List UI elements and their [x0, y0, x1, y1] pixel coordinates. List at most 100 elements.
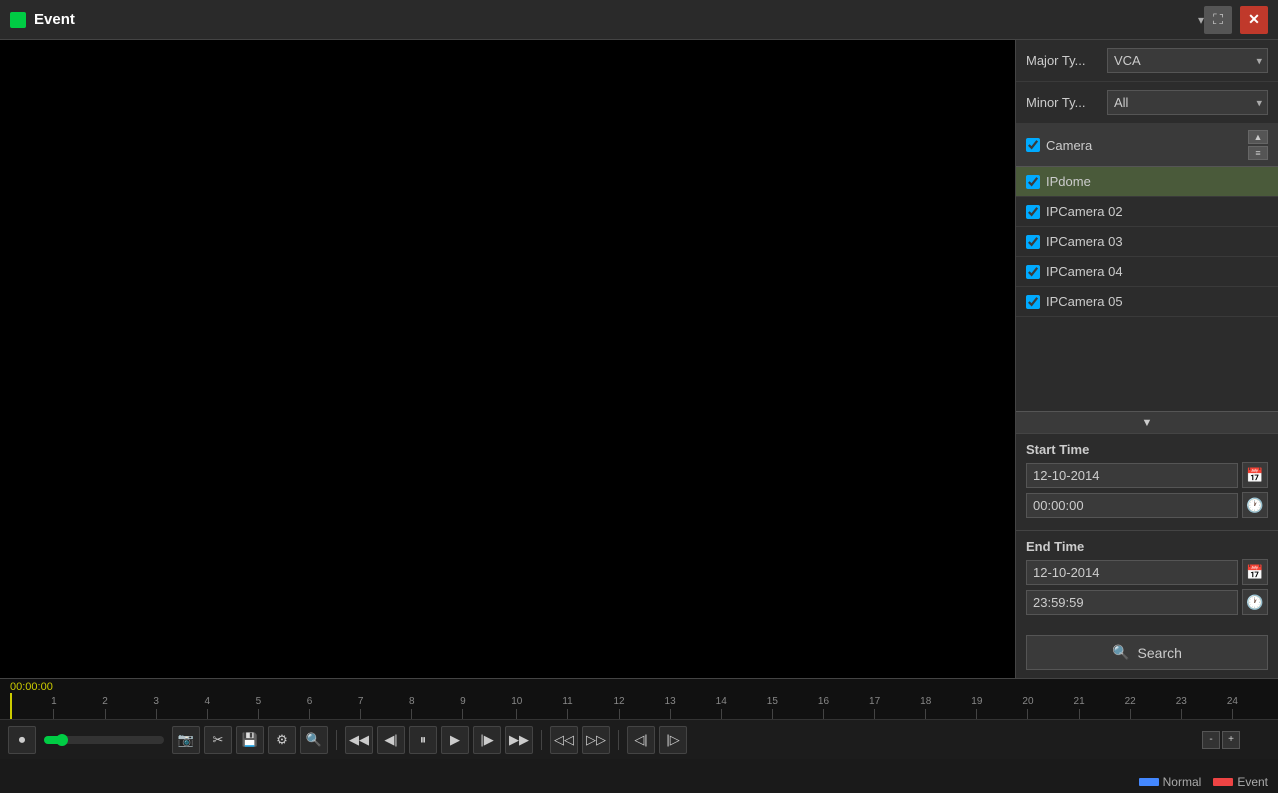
ruler-line-5 — [258, 709, 259, 719]
ruler-num-16: 16 — [818, 696, 829, 707]
ruler-line-3 — [156, 709, 157, 719]
ruler-num-7: 7 — [358, 696, 364, 707]
minor-type-select[interactable]: All Line Crossing Intrusion Motion — [1107, 90, 1268, 115]
maximize-button[interactable]: ⛶ — [1204, 6, 1232, 34]
end-time-section: End Time 📅 🕐 — [1016, 530, 1278, 627]
camera-item[interactable]: IPdome — [1016, 167, 1278, 197]
end-time-label: End Time — [1026, 539, 1268, 554]
ruler-num-15: 15 — [767, 696, 778, 707]
timeline-controls: ⏺ 📷 ✂ 💾 ⚙ 🔍 ◀◀ ◀| ⏸ ▶ |▶ ▶▶ ◁◁ ▷▷ ◁| |▷ … — [0, 719, 1278, 759]
ruler-num-17: 17 — [869, 696, 880, 707]
ruler-tick-24: 24 — [1227, 696, 1238, 719]
pause-btn[interactable]: ⏸ — [409, 726, 437, 754]
timeline-cursor-line — [10, 693, 12, 719]
frame-fwd-btn[interactable]: |▷ — [659, 726, 687, 754]
event-label: Event — [1237, 775, 1268, 789]
camera-scroll-up[interactable]: ▲ — [1248, 130, 1268, 144]
ruler-tick-2: 2 — [102, 696, 108, 719]
major-type-select-wrapper: VCA Alarm Exception All ▾ — [1107, 48, 1268, 73]
camera-checkbox-3[interactable] — [1026, 265, 1040, 279]
ruler-tick-5: 5 — [256, 696, 262, 719]
ruler-tick-9: 9 — [460, 696, 466, 719]
right-panel: Major Ty... VCA Alarm Exception All ▾ Mi… — [1015, 40, 1278, 678]
zoom-in-btn[interactable]: + — [1222, 731, 1240, 749]
camera-checkbox-4[interactable] — [1026, 295, 1040, 309]
ruler-line-7 — [360, 709, 361, 719]
start-date-calendar-btn[interactable]: 📅 — [1242, 462, 1268, 488]
camera-item[interactable]: IPCamera 05 — [1016, 287, 1278, 317]
end-time-clock-btn[interactable]: 🕐 — [1242, 589, 1268, 615]
speed-btn[interactable]: ▷▷ — [582, 726, 610, 754]
ruler-num-9: 9 — [460, 696, 466, 707]
title-text: Event — [34, 11, 1194, 28]
ruler-line-19 — [976, 709, 977, 719]
end-date-row: 📅 — [1026, 559, 1268, 585]
camera-list: IPdomeIPCamera 02 IPCamera 03 IPCamera 04 I… — [1016, 167, 1278, 411]
ruler-line-23 — [1181, 709, 1182, 719]
normal-label: Normal — [1163, 775, 1202, 789]
camera-name-2: IPCamera 03 — [1046, 234, 1123, 249]
event-color-swatch — [1213, 778, 1233, 786]
camera-item[interactable]: IPCamera 03 — [1016, 227, 1278, 257]
frame-back-btn[interactable]: ◁| — [627, 726, 655, 754]
ruler-num-21: 21 — [1074, 696, 1085, 707]
backup-btn[interactable]: 💾 — [236, 726, 264, 754]
snapshot-btn[interactable]: 📷 — [172, 726, 200, 754]
close-button[interactable]: ✕ — [1240, 6, 1268, 34]
legend-normal: Normal — [1139, 775, 1202, 789]
ruler-num-20: 20 — [1022, 696, 1033, 707]
zoom-out-btn[interactable]: - — [1202, 731, 1220, 749]
ruler-tick-16: 16 — [818, 696, 829, 719]
time-cursor: 00:00:00 — [10, 681, 53, 693]
camera-item[interactable]: IPCamera 02 — [1016, 197, 1278, 227]
camera-all-checkbox[interactable] — [1026, 138, 1040, 152]
step-back-btn[interactable]: ◀| — [377, 726, 405, 754]
ruler-tick-6: 6 — [307, 696, 313, 719]
separator-1 — [336, 730, 337, 750]
start-date-input[interactable] — [1026, 463, 1238, 488]
ruler-tick-4: 4 — [204, 696, 210, 719]
tool-record-btn[interactable]: ⏺ — [8, 726, 36, 754]
ruler-tick-12: 12 — [613, 696, 624, 719]
search-small-btn[interactable]: 🔍 — [300, 726, 328, 754]
ruler-tick-14: 14 — [716, 696, 727, 719]
play-next-btn[interactable]: ▶▶ — [505, 726, 533, 754]
ruler-num-18: 18 — [920, 696, 931, 707]
camera-scroll-controls: ▲ ≡ — [1248, 130, 1268, 160]
start-time-clock-btn[interactable]: 🕐 — [1242, 492, 1268, 518]
ruler-line-11 — [567, 709, 568, 719]
play-prev-btn[interactable]: ◀◀ — [345, 726, 373, 754]
end-time-input[interactable] — [1026, 590, 1238, 615]
ruler-line-13 — [670, 709, 671, 719]
ruler-line-12 — [619, 709, 620, 719]
end-date-calendar-btn[interactable]: 📅 — [1242, 559, 1268, 585]
ruler-line-6 — [309, 709, 310, 719]
camera-item[interactable]: IPCamera 04 — [1016, 257, 1278, 287]
camera-scroll-down[interactable]: ▼ — [1016, 411, 1278, 433]
camera-header-left: Camera — [1026, 138, 1092, 153]
settings-btn[interactable]: ⚙ — [268, 726, 296, 754]
camera-scroll-line[interactable]: ≡ — [1248, 146, 1268, 160]
major-type-row: Major Ty... VCA Alarm Exception All ▾ — [1016, 40, 1278, 82]
camera-header: Camera ▲ ≡ — [1016, 124, 1278, 167]
camera-checkbox-1[interactable] — [1026, 205, 1040, 219]
ruler-tick-22: 22 — [1125, 696, 1136, 719]
play-btn[interactable]: ▶ — [441, 726, 469, 754]
ruler-tick-18: 18 — [920, 696, 931, 719]
step-fwd-btn[interactable]: |▶ — [473, 726, 501, 754]
zoom-controls: - + — [1202, 731, 1240, 749]
ruler-tick-15: 15 — [767, 696, 778, 719]
start-time-input[interactable] — [1026, 493, 1238, 518]
progress-thumb[interactable] — [56, 734, 68, 746]
clip-btn[interactable]: ✂ — [204, 726, 232, 754]
camera-checkbox-2[interactable] — [1026, 235, 1040, 249]
major-type-select[interactable]: VCA Alarm Exception All — [1107, 48, 1268, 73]
ruler-tick-13: 13 — [665, 696, 676, 719]
end-date-input[interactable] — [1026, 560, 1238, 585]
search-button[interactable]: 🔍 Search — [1026, 635, 1268, 670]
ruler-line-1 — [53, 709, 54, 719]
slow-btn[interactable]: ◁◁ — [550, 726, 578, 754]
camera-checkbox-0[interactable] — [1026, 175, 1040, 189]
camera-name-4: IPCamera 05 — [1046, 294, 1123, 309]
progress-bar — [44, 736, 164, 744]
